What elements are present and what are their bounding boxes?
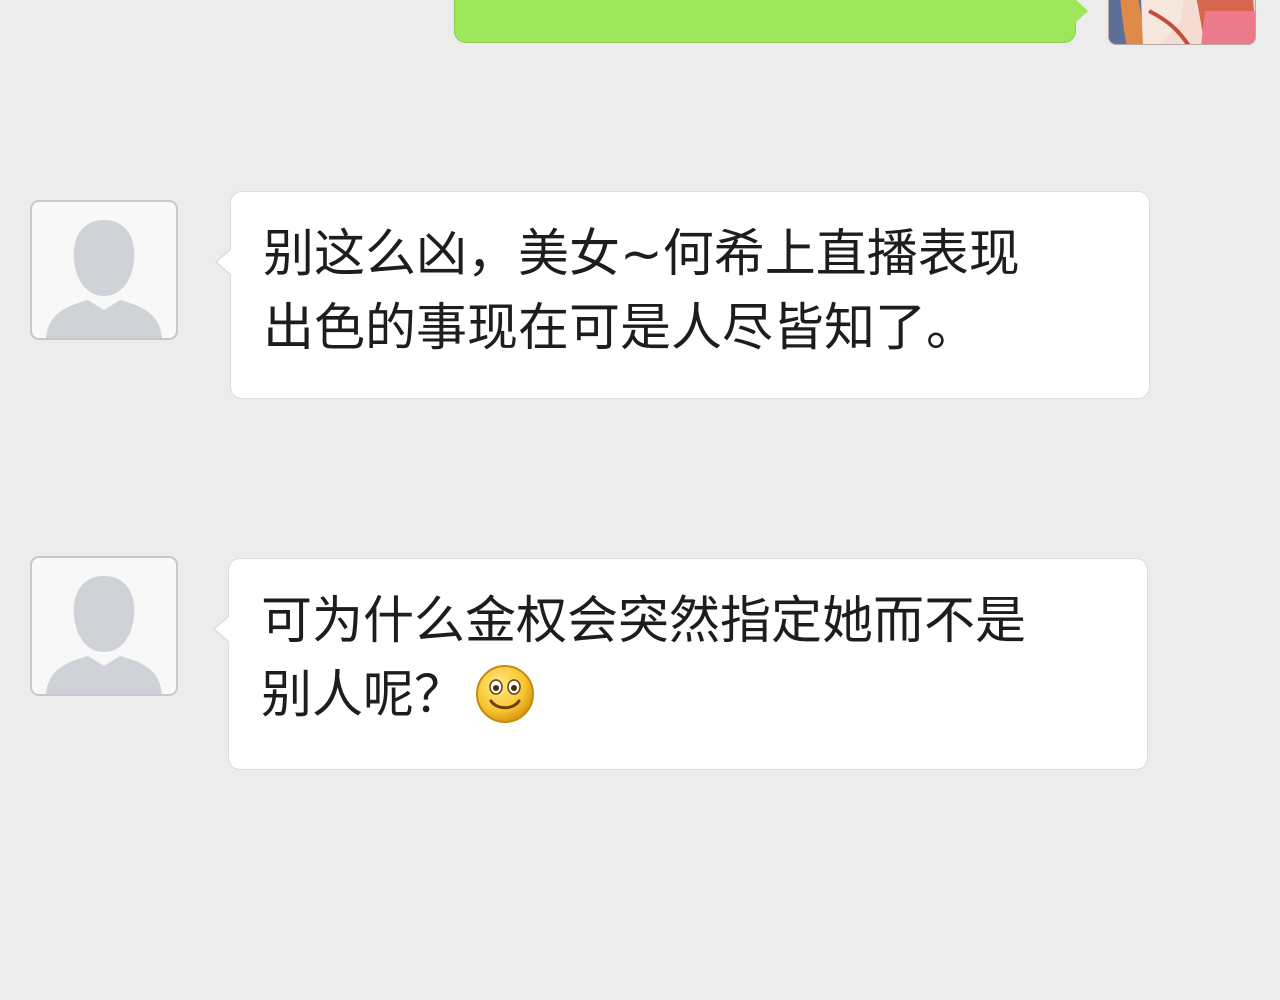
default-avatar-icon (46, 220, 162, 338)
incoming-message-bubble[interactable]: 可为什么金权会突然指定她而不是 别人呢？ (213, 558, 1148, 770)
message-text-line: 可为什么金权会突然指定她而不是 (261, 592, 1027, 651)
message-text-line: 出色的事现在可是人尽皆知了。 (263, 299, 978, 358)
anime-girl-avatar-icon (1109, 0, 1255, 44)
outgoing-message-bubble[interactable] (454, 0, 1088, 43)
message-text-line: 别人呢？ (261, 659, 1117, 733)
bubble-tail-fill (217, 249, 232, 275)
contact-avatar[interactable] (30, 556, 178, 696)
self-avatar[interactable] (1108, 0, 1256, 45)
incoming-message-bubble[interactable]: 别这么凶，美女~何希上直播表现 出色的事现在可是人尽皆知了。 (215, 191, 1150, 399)
contact-avatar[interactable] (30, 200, 178, 340)
smile-emoji-icon (476, 665, 535, 723)
default-avatar-icon (46, 576, 162, 694)
bubble-tail (1075, 0, 1088, 23)
message-text-line: 别这么凶，美女~何希上直播表现 (263, 225, 1020, 284)
message-text-fragment: 别人呢？ (261, 666, 466, 725)
bubble-tail-fill (215, 616, 230, 642)
chat-message-list[interactable]: 别这么凶，美女~何希上直播表现 出色的事现在可是人尽皆知了。 可为什么金权会突然… (0, 0, 1280, 1000)
